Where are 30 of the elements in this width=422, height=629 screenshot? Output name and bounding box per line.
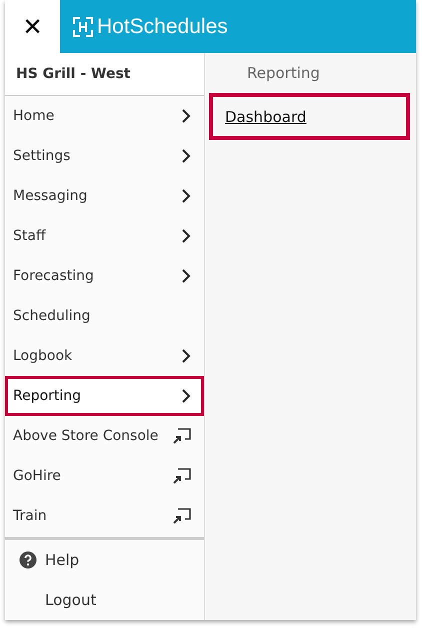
chevron-icon	[181, 229, 191, 243]
chevron-icon	[181, 269, 191, 283]
menu-item[interactable]: Home	[5, 96, 204, 136]
location-name: HS Grill - West	[16, 66, 130, 82]
menu-item[interactable]: Logout	[5, 580, 204, 620]
chevron-icon	[181, 189, 191, 203]
menu-item[interactable]: Messaging	[5, 176, 204, 216]
menu-item[interactable]: Settings	[5, 136, 204, 176]
menu-item[interactable]: Scheduling	[5, 296, 204, 336]
chevron-icon	[181, 109, 191, 123]
menu-item[interactable]: Help	[5, 540, 204, 580]
logo-text: HotSchedules	[97, 14, 228, 38]
menu-item[interactable]: Logbook	[5, 336, 204, 376]
menu-item[interactable]: GoHire	[5, 456, 204, 496]
logo-icon	[72, 16, 94, 38]
dashboard-link[interactable]: Dashboard	[225, 108, 306, 126]
submenu-title: Reporting	[246, 63, 321, 84]
menu-item[interactable]: Forecasting	[5, 256, 204, 296]
menu-item[interactable]: Reporting	[5, 376, 204, 416]
external-link-icon	[173, 468, 191, 484]
menu-item[interactable]: Train	[5, 496, 204, 536]
chevron-icon	[181, 349, 191, 363]
chevron-icon	[181, 389, 191, 403]
close-button[interactable]: ✕	[5, 0, 60, 53]
external-link-icon	[173, 508, 191, 524]
external-link-icon	[173, 428, 191, 444]
menu-item[interactable]: Above Store Console	[5, 416, 204, 456]
menu-item[interactable]: Staff	[5, 216, 204, 256]
help-icon	[19, 551, 37, 569]
chevron-icon	[181, 149, 191, 163]
